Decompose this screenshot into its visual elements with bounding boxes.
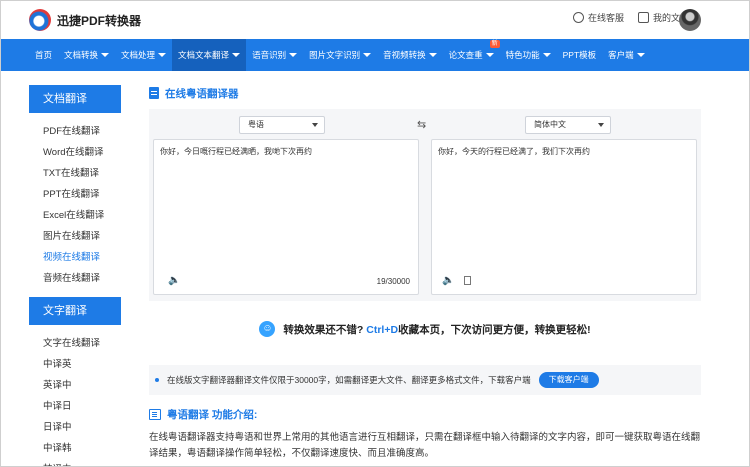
nav-item-3[interactable]: 文档文本翻译 (172, 39, 247, 71)
nav-item-label: 语音识别 (252, 50, 287, 60)
main-content: 在线粤语翻译器 粤语 ⇆ 简体中文 你好，今日嘅行程已经满晒，我哋下次再约 🔈 … (149, 85, 701, 459)
target-text-output[interactable]: 你好，今天的行程已经满了，我们下次再约 🔈 (431, 139, 697, 295)
sidebar-head-text-translate[interactable]: 文字翻译 (29, 297, 121, 325)
translator-title: 在线粤语翻译器 (149, 85, 701, 101)
sidebar-item[interactable]: PDF在线翻译 (29, 121, 121, 142)
bookmark-promo: ☺ 转换效果还不错? Ctrl+D收藏本页，下次访问更方便，转换更轻松! (149, 321, 701, 337)
chevron-down-icon (542, 53, 551, 57)
source-language-select[interactable]: 粤语 (239, 116, 325, 134)
new-badge: 新 (489, 40, 500, 48)
sidebar-item[interactable]: 韩译中 (29, 459, 121, 466)
smile-icon: ☺ (259, 321, 276, 337)
target-language-value: 简体中文 (534, 120, 566, 129)
nav-item-label: 图片文字识别 (309, 50, 361, 60)
nav-item-label: PPT模板 (562, 50, 597, 60)
nav-item-6[interactable]: 音视频转换 (377, 39, 443, 71)
nav-item-label: 文档文本翻译 (178, 50, 230, 60)
sidebar-item[interactable]: PPT在线翻译 (29, 184, 121, 205)
chevron-down-icon (232, 53, 241, 57)
nav-item-label: 文档转换 (64, 50, 99, 60)
top-header: 迅捷PDF转换器 在线客服 我的文件 (1, 1, 749, 39)
promo-prefix: 转换效果还不错? (283, 323, 364, 336)
sidebar-item[interactable]: 图片在线翻译 (29, 226, 121, 247)
avatar[interactable] (679, 9, 701, 31)
nav-item-7[interactable]: 论文查重新 (443, 39, 500, 71)
chevron-down-icon (428, 53, 437, 57)
intro-title: 粤语翻译 功能介绍: (149, 407, 257, 422)
copy-icon[interactable] (464, 276, 471, 285)
nav-item-label: 客户端 (608, 50, 634, 60)
bullet-icon (155, 378, 159, 382)
sidebar-item[interactable]: 中译英 (29, 354, 121, 375)
target-text: 你好，今天的行程已经满了，我们下次再约 (438, 147, 590, 156)
chevron-down-icon (312, 123, 318, 127)
header-actions: 在线客服 我的文件 (572, 11, 689, 24)
source-text: 你好，今日嘅行程已经满晒，我哋下次再约 (160, 147, 312, 156)
sidebar-head-doc-translate[interactable]: 文档翻译 (29, 85, 121, 113)
chevron-down-icon (636, 53, 645, 57)
sidebar-item[interactable]: 文字在线翻译 (29, 333, 121, 354)
sidebar-item[interactable]: TXT在线翻译 (29, 163, 121, 184)
nav-item-1[interactable]: 文档转换 (58, 39, 115, 71)
nav-item-label: 特色功能 (505, 50, 540, 60)
limit-notice-text: 在线版文字翻译器翻译文件仅限于30000字，如需翻译更大文件、翻译更多格式文件，… (167, 375, 531, 385)
sidebar-item[interactable]: Excel在线翻译 (29, 205, 121, 226)
sidebar-item[interactable]: 视频在线翻译 (29, 247, 121, 268)
chevron-down-icon (485, 53, 494, 57)
promo-suffix: 收藏本页，下次访问更方便，转换更轻松! (398, 323, 591, 336)
nav-item-4[interactable]: 语音识别 (246, 39, 303, 71)
download-client-button[interactable]: 下载客户端 (538, 372, 599, 388)
document-icon (149, 87, 159, 99)
nav-item-0[interactable]: 首页 (29, 39, 58, 71)
translator-panel: 粤语 ⇆ 简体中文 你好，今日嘅行程已经满晒，我哋下次再约 🔈 19/30000… (149, 109, 701, 301)
chevron-down-icon (101, 53, 110, 57)
nav-item-2[interactable]: 文档处理 (115, 39, 172, 71)
customer-service-link[interactable]: 在线客服 (572, 11, 624, 24)
logo-text: 迅捷PDF转换器 (57, 13, 142, 28)
page: 迅捷PDF转换器 在线客服 我的文件 首页 文档转换 文档处理 文档文本翻译 语音识别图… (0, 0, 750, 467)
chevron-down-icon (158, 53, 167, 57)
sidebar-item[interactable]: 中译日 (29, 396, 121, 417)
main-nav: 首页 文档转换 文档处理 文档文本翻译 语音识别 图片文字识别 音视频转换 论文查重新特色功能… (1, 39, 749, 71)
nav-item-label: 首页 (35, 50, 53, 60)
intro-text: 在线粤语翻译器支持粤语和世界上常用的其他语言进行互相翻译，只需在翻译框中输入待翻… (149, 432, 701, 459)
chevron-down-icon (289, 53, 298, 57)
sidebar-item[interactable]: 音频在线翻译 (29, 268, 121, 289)
limit-notice: 在线版文字翻译器翻译文件仅限于30000字，如需翻译更大文件、翻译更多格式文件，… (149, 365, 701, 395)
target-language-select[interactable]: 简体中文 (525, 116, 611, 134)
promo-shortcut: Ctrl+D (366, 323, 399, 336)
sidebar-item[interactable]: 日译中 (29, 417, 121, 438)
nav-item-5[interactable]: 图片文字识别 (303, 39, 377, 71)
swap-languages-icon[interactable]: ⇆ (417, 118, 426, 131)
logo[interactable]: 迅捷PDF转换器 (29, 9, 141, 31)
sidebar: 文档翻译 PDF在线翻译 Word在线翻译 TXT在线翻译 PPT在线翻译 Excel在… (29, 85, 121, 466)
chevron-down-icon (363, 53, 372, 57)
sidebar-item[interactable]: Word在线翻译 (29, 142, 121, 163)
char-count: 19/30000 (376, 277, 410, 286)
sidebar-doc-list: PDF在线翻译 Word在线翻译 TXT在线翻译 PPT在线翻译 Excel在线翻译 图片… (29, 121, 121, 289)
source-language-value: 粤语 (248, 120, 264, 129)
sidebar-item[interactable]: 英译中 (29, 375, 121, 396)
logo-icon (29, 9, 51, 31)
sidebar-text-list: 文字在线翻译中译英英译中中译日日译中中译韩韩译中 (29, 333, 121, 466)
sidebar-item[interactable]: 中译韩 (29, 438, 121, 459)
speaker-icon[interactable]: 🔈 (168, 275, 180, 286)
source-text-input[interactable]: 你好，今日嘅行程已经满晒，我哋下次再约 🔈 19/30000 (153, 139, 419, 295)
nav-item-9[interactable]: PPT模板 (557, 39, 603, 71)
customer-service-label: 在线客服 (587, 13, 624, 23)
intro-title-text: 粤语翻译 功能介绍: (167, 409, 258, 421)
chevron-down-icon (598, 123, 604, 127)
nav-item-label: 音视频转换 (383, 50, 426, 60)
nav-item-label: 论文查重 (448, 50, 483, 60)
nav-item-8[interactable]: 特色功能 (500, 39, 557, 71)
headset-icon (572, 12, 584, 23)
translator-title-text: 在线粤语翻译器 (165, 87, 239, 100)
nav-item-10[interactable]: 客户端 (602, 39, 651, 71)
nav-item-label: 文档处理 (121, 50, 156, 60)
speaker-icon[interactable]: 🔈 (442, 275, 454, 286)
book-icon (149, 409, 161, 420)
file-icon (637, 12, 649, 23)
